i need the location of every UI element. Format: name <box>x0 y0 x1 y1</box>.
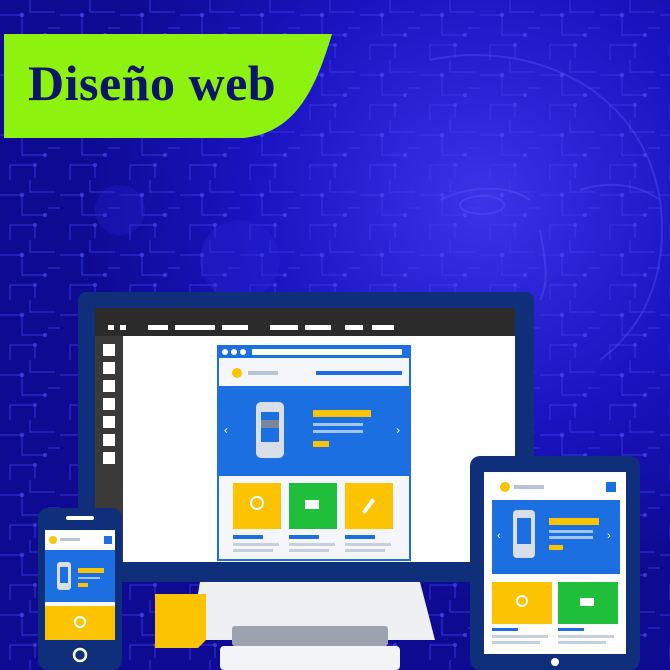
responsive-devices-illustration: ‹ › ‹ › <box>38 292 640 670</box>
svg-text:›: › <box>396 423 400 437</box>
svg-text:›: › <box>607 530 611 542</box>
svg-text:‹: ‹ <box>497 530 501 542</box>
desktop-monitor: ‹ › <box>78 292 534 670</box>
tablet: ‹ › <box>470 456 640 670</box>
smartphone <box>38 508 122 670</box>
svg-text:‹: ‹ <box>224 423 228 437</box>
